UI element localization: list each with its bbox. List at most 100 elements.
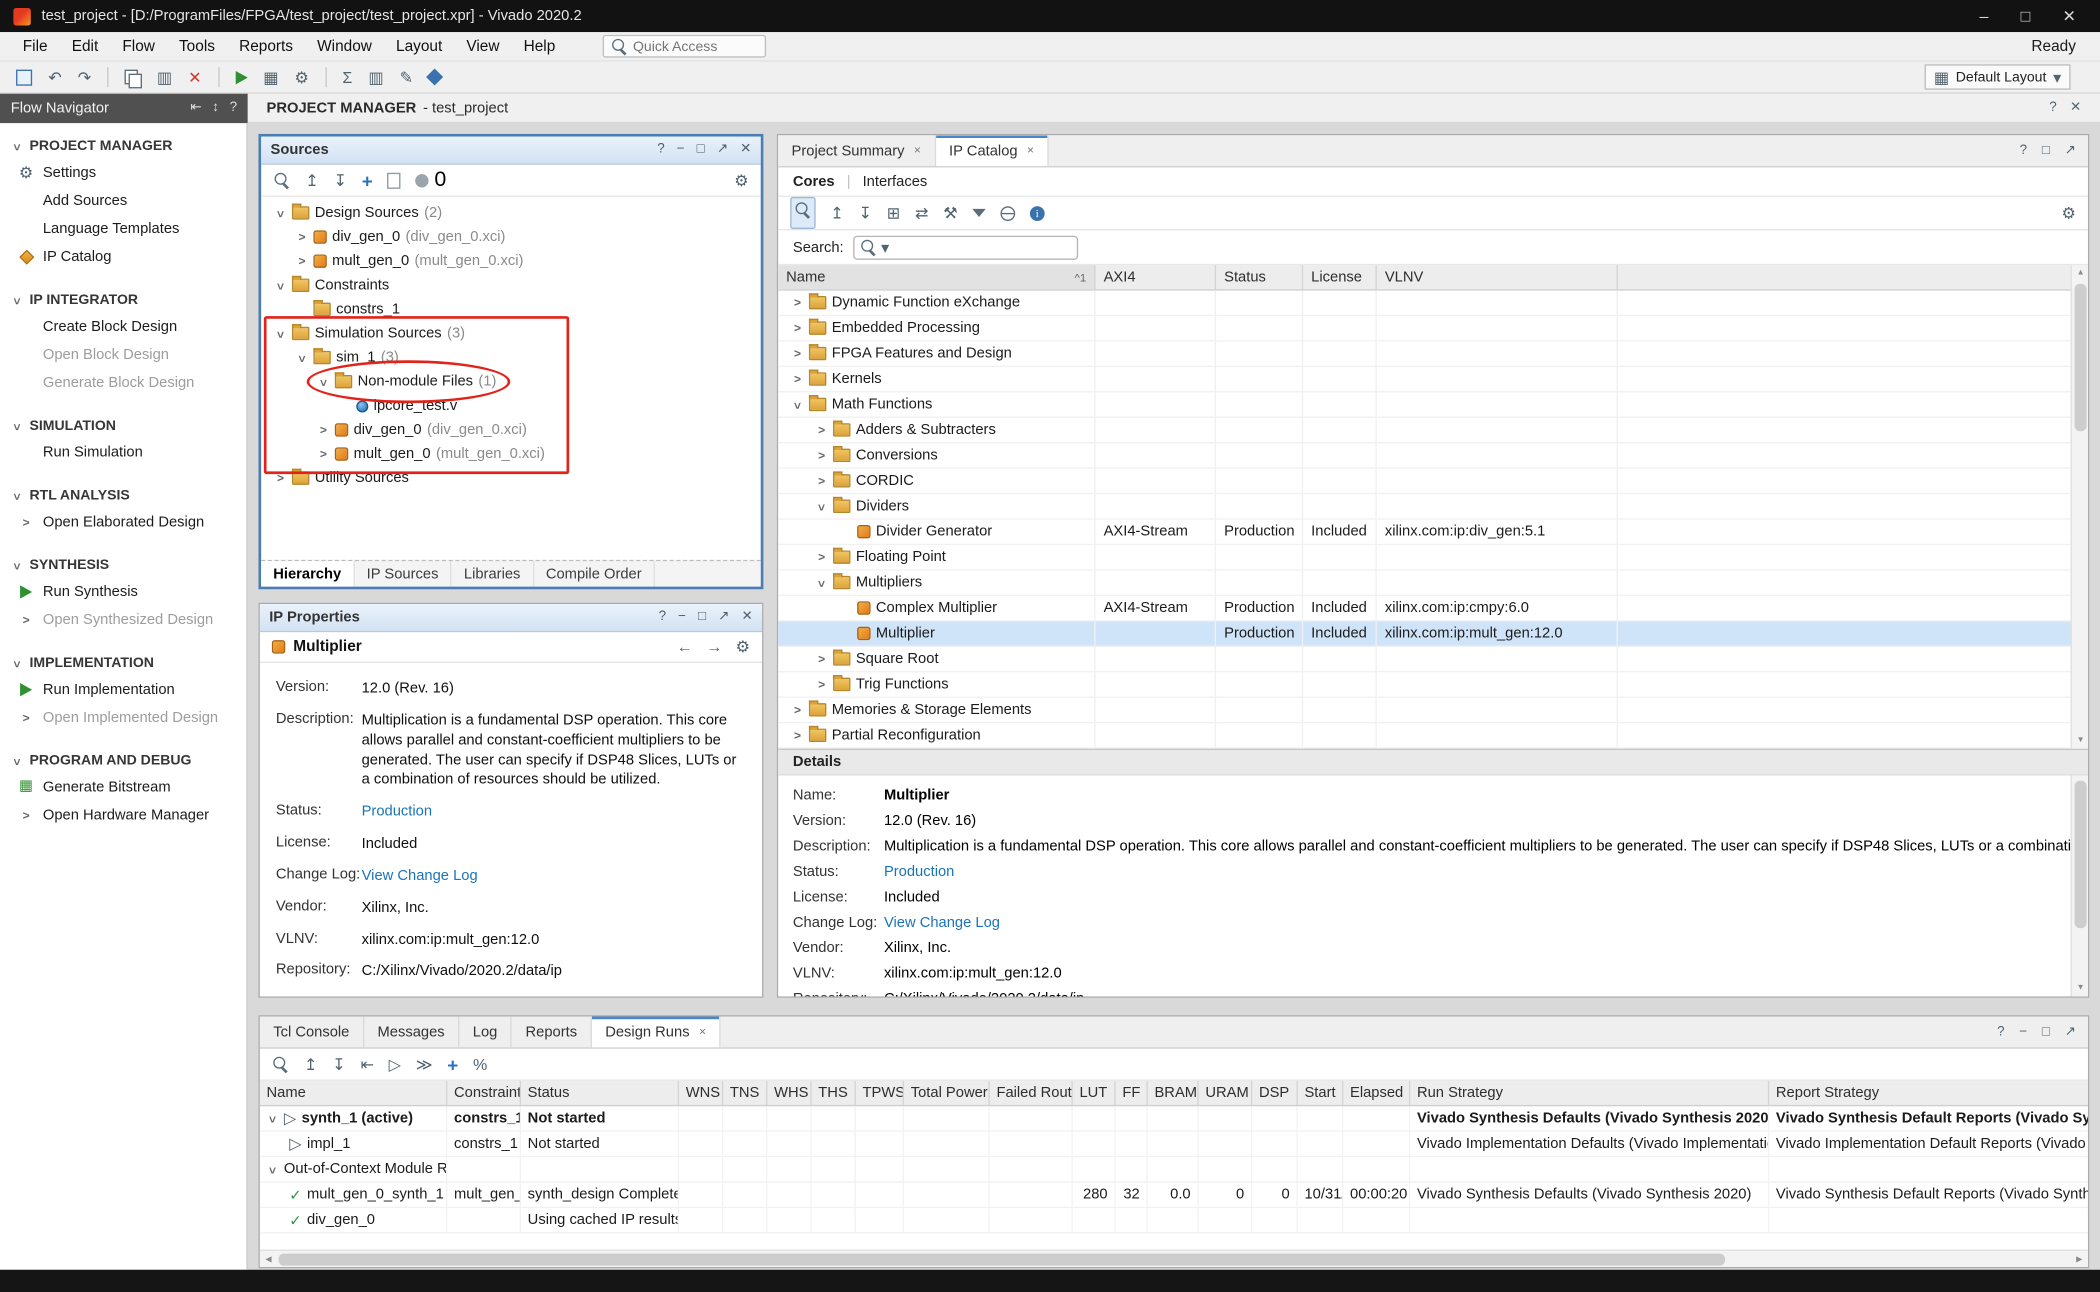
report-icon[interactable] <box>368 69 383 85</box>
undo-icon[interactable] <box>48 69 61 85</box>
catalog-row-multipliers[interactable]: Multipliers <box>778 571 2088 596</box>
search-icon[interactable] <box>273 171 290 188</box>
menu-file[interactable]: File <box>11 38 60 54</box>
tab-ip-sources[interactable]: IP Sources <box>355 561 452 586</box>
section-header-project-manager[interactable]: PROJECT MANAGER <box>0 134 246 158</box>
create-run-icon[interactable] <box>447 1055 458 1074</box>
help-icon[interactable] <box>230 102 237 115</box>
minimize-icon[interactable] <box>678 611 686 624</box>
expand-all-icon[interactable] <box>332 1056 345 1072</box>
sidebar-item-run-synthesis[interactable]: Run Synthesis <box>0 577 246 605</box>
maximize-icon[interactable] <box>697 143 705 156</box>
section-header-ip-integrator[interactable]: IP INTEGRATOR <box>0 288 246 312</box>
float-icon[interactable] <box>718 611 729 624</box>
float-icon[interactable] <box>2065 1025 2076 1038</box>
filter-icon[interactable] <box>972 209 985 217</box>
gear-icon[interactable] <box>736 639 750 655</box>
tab-hierarchy[interactable]: Hierarchy <box>261 561 354 586</box>
float-icon[interactable] <box>717 143 728 156</box>
section-header-simulation[interactable]: SIMULATION <box>0 414 246 438</box>
status-filter-icon[interactable] <box>416 173 429 186</box>
sidebar-item-create-block-design[interactable]: Create Block Design <box>0 312 246 340</box>
details-change-log-link[interactable]: View Change Log <box>884 915 1000 931</box>
run-icon[interactable] <box>235 70 247 83</box>
catalog-row-dividers[interactable]: Dividers <box>778 494 2088 519</box>
step-runs-icon[interactable] <box>416 1056 433 1072</box>
close-icon[interactable] <box>740 143 751 156</box>
catalog-search-box[interactable] <box>853 235 1078 259</box>
catalog-row[interactable]: Adders & Subtracters <box>778 418 2088 443</box>
sidebar-item-open-hardware-manager[interactable]: Open Hardware Manager <box>0 801 246 829</box>
quick-access-input[interactable] <box>633 38 758 54</box>
scroll-up-arrow[interactable] <box>2072 265 2089 281</box>
back-icon[interactable] <box>677 639 693 655</box>
sidebar-item-open-synthesized-design[interactable]: Open Synthesized Design <box>0 605 246 633</box>
gear-icon[interactable] <box>294 69 308 85</box>
customize-icon[interactable] <box>943 205 957 221</box>
scrollbar-thumb[interactable] <box>2075 781 2087 928</box>
quick-access-search[interactable] <box>602 35 765 58</box>
resize-icon[interactable] <box>212 102 219 115</box>
column-axi4[interactable]: AXI4 <box>1096 265 1217 289</box>
tab-libraries[interactable]: Libraries <box>452 561 534 586</box>
view-interfaces[interactable]: Interfaces <box>863 173 928 189</box>
web-icon[interactable] <box>1000 206 1015 221</box>
search-icon[interactable] <box>790 197 815 229</box>
help-icon[interactable] <box>2020 144 2027 157</box>
layout-selector[interactable]: Default Layout <box>1924 64 2070 89</box>
catalog-search-input[interactable] <box>893 239 1071 255</box>
close-icon[interactable] <box>2070 101 2081 114</box>
details-scrollbar[interactable] <box>2071 775 2088 996</box>
catalog-row-multiplier-selected[interactable]: Multiplier Production Included xilinx.co… <box>778 621 2088 646</box>
column-license[interactable]: License <box>1303 265 1377 289</box>
catalog-row[interactable]: Floating Point <box>778 545 2088 570</box>
close-tab-icon[interactable] <box>1027 145 1034 157</box>
gear-icon[interactable] <box>2061 205 2075 221</box>
menu-help[interactable]: Help <box>512 38 568 54</box>
collapse-all-icon[interactable] <box>305 172 318 188</box>
scroll-down-arrow[interactable] <box>2072 733 2089 749</box>
section-header-synthesis[interactable]: SYNTHESIS <box>0 553 246 577</box>
menu-layout[interactable]: Layout <box>384 38 454 54</box>
tree-row-utility-sources[interactable]: Utility Sources <box>261 466 761 490</box>
tree-row-constraints[interactable]: Constraints <box>261 273 761 297</box>
view-change-log-link[interactable]: View Change Log <box>362 866 478 886</box>
catalog-row[interactable]: FPGA Features and Design <box>778 342 2088 367</box>
run-row-impl-1[interactable]: impl_1 constrs_1 Not started Vivado Impl… <box>260 1132 2088 1157</box>
redo-icon[interactable] <box>78 69 91 85</box>
sidebar-item-ip-catalog[interactable]: IP Catalog <box>0 242 246 270</box>
sidebar-item-open-implemented-design[interactable]: Open Implemented Design <box>0 703 246 731</box>
help-icon[interactable] <box>2049 101 2056 114</box>
expand-all-icon[interactable] <box>334 172 347 188</box>
sidebar-item-generate-block-design[interactable]: Generate Block Design <box>0 368 246 396</box>
help-icon[interactable] <box>659 611 666 624</box>
menu-flow[interactable]: Flow <box>110 38 167 54</box>
launch-runs-icon[interactable] <box>389 1056 401 1072</box>
catalog-row[interactable]: Conversions <box>778 443 2088 468</box>
scrollbar-thumb[interactable] <box>2075 284 2087 431</box>
column-status[interactable]: Status <box>1216 265 1303 289</box>
help-icon[interactable] <box>657 143 664 156</box>
scrollbar-thumb[interactable] <box>279 1254 1725 1266</box>
open-file-icon[interactable] <box>387 172 400 188</box>
expand-all-icon[interactable] <box>859 205 872 221</box>
restore-default-view-icon[interactable] <box>915 205 928 221</box>
section-header-program-debug[interactable]: PROGRAM AND DEBUG <box>0 749 246 773</box>
add-sources-icon[interactable] <box>362 171 373 190</box>
tree-row-constrs-1[interactable]: constrs_1 <box>261 297 761 321</box>
view-cores[interactable]: Cores <box>793 173 835 189</box>
percent-icon[interactable] <box>473 1056 487 1072</box>
run-row-synth-1[interactable]: synth_1 (active) constrs_1 Not started V… <box>260 1106 2088 1131</box>
catalog-row[interactable]: Embedded Processing <box>778 316 2088 341</box>
catalog-scrollbar[interactable] <box>2071 265 2088 748</box>
reset-runs-icon[interactable] <box>360 1056 373 1072</box>
menu-tools[interactable]: Tools <box>167 38 227 54</box>
tab-messages[interactable]: Messages <box>364 1017 459 1048</box>
scroll-left-arrow[interactable] <box>260 1251 277 1268</box>
tab-project-summary[interactable]: Project Summary <box>778 135 936 166</box>
maximize-icon[interactable] <box>2042 144 2050 157</box>
board-icon[interactable] <box>263 69 278 85</box>
details-status-link[interactable]: Production <box>884 864 954 880</box>
menu-window[interactable]: Window <box>305 38 384 54</box>
horizontal-scrollbar[interactable] <box>260 1250 2088 1267</box>
